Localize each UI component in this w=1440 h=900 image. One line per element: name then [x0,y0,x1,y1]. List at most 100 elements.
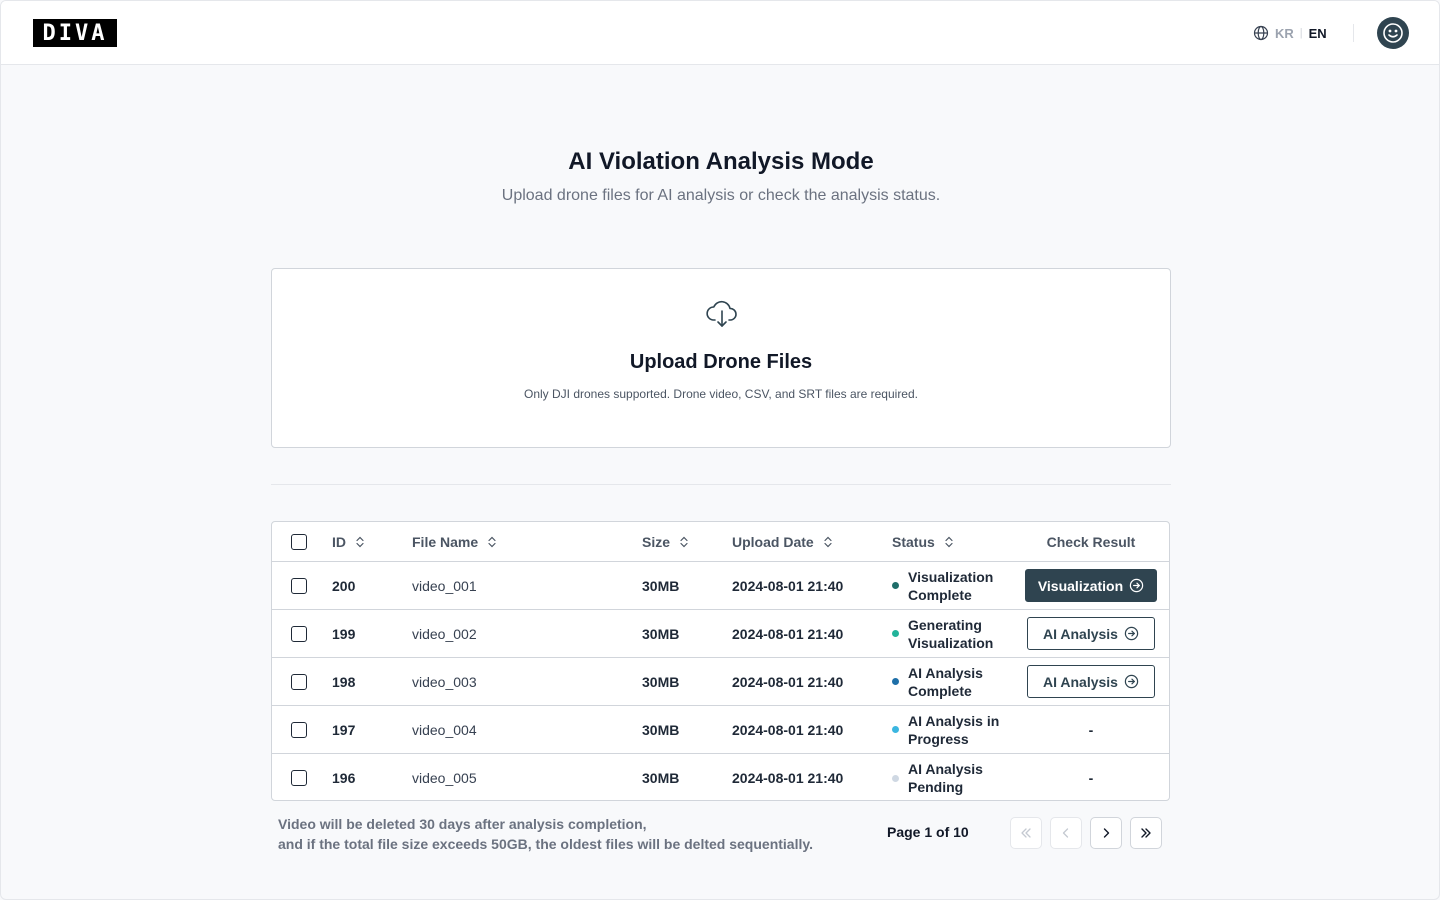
ai-analysis-button[interactable]: AI Analysis [1027,617,1155,650]
row-file-name: video_002 [412,625,477,642]
row-id: 198 [332,673,356,690]
logo[interactable]: DIVA [33,19,117,47]
row-id: 196 [332,770,356,786]
status-dot [892,630,899,637]
status-dot [892,582,899,589]
app-frame: DIVA KR | EN AI Violation Analysis Mode … [0,0,1440,900]
column-header-upload-date[interactable]: Upload Date [732,522,882,561]
row-size: 30MB [642,770,680,786]
smiley-icon [1381,21,1405,45]
row-status: AI Analysis Complete [892,658,1022,705]
column-header-id[interactable]: ID [332,522,402,561]
sort-icon[interactable] [945,536,953,548]
table-row: 199 video_002 30MB 2024-08-01 21:40 Gene… [272,610,1169,658]
next-page-button[interactable] [1090,817,1122,849]
row-size: 30MB [642,577,680,594]
column-header-file-name[interactable]: File Name [412,522,632,561]
cloud-download-icon [704,298,740,330]
row-upload-date: 2024-08-01 21:40 [732,721,844,738]
sort-icon[interactable] [488,536,496,548]
row-file-name: video_003 [412,673,477,690]
select-all-cell [291,522,311,561]
header-divider [1353,24,1354,42]
row-upload-date: 2024-08-01 21:40 [732,673,844,690]
arrow-circle-right-icon [1124,674,1139,689]
column-header-size[interactable]: Size [642,522,722,561]
upload-description: Only DJI drones supported. Drone video, … [524,387,918,401]
row-upload-date: 2024-08-01 21:40 [732,770,844,786]
row-id: 200 [332,577,356,594]
section-divider [271,484,1171,485]
row-check-result: AI Analysis [1022,658,1160,705]
profile-button[interactable] [1377,17,1409,49]
row-status: AI Analysis in Progress [892,706,1022,753]
column-label: Status [892,533,935,550]
status-text: Visualization Complete [908,568,994,603]
row-file-name: video_004 [412,721,477,738]
row-checkbox[interactable] [291,577,307,594]
sort-icon[interactable] [356,536,364,548]
row-size: 30MB [642,721,680,738]
table-row: 198 video_003 30MB 2024-08-01 21:40 AI A… [272,658,1169,706]
status-dot [892,678,899,685]
row-check-result: Visualization [1022,562,1160,609]
status-dot [892,774,899,782]
no-result-placeholder: - [1088,770,1094,786]
double-chevron-left-icon [1019,826,1033,840]
row-status: AI Analysis Pending [892,754,1022,800]
row-select-cell [291,754,311,800]
row-checkbox[interactable] [291,625,307,642]
lang-kr-button[interactable]: KR [1275,26,1294,41]
button-label: Visualization [1037,577,1124,594]
column-label: Size [642,533,671,550]
chevron-left-icon [1059,826,1073,840]
lang-separator: | [1299,27,1303,39]
select-all-checkbox[interactable] [291,533,307,550]
upload-title: Upload Drone Files [629,351,813,373]
double-chevron-right-icon [1139,826,1153,840]
first-page-button[interactable] [1010,817,1042,849]
table-row: 196 video_005 30MB 2024-08-01 21:40 AI A… [272,754,1169,800]
language-switcher: KR | EN [1253,23,1327,43]
row-size: 30MB [642,673,680,690]
chevron-right-icon [1099,826,1113,840]
status-dot [892,726,899,733]
row-check-result: AI Analysis [1022,610,1160,657]
table-header-row: ID File Name Size Upload Date Status Che… [272,522,1169,562]
upload-dropzone[interactable]: Upload Drone Files Only DJI drones suppo… [271,268,1171,448]
row-checkbox[interactable] [291,673,307,690]
row-checkbox[interactable] [291,770,307,786]
row-file-name: video_001 [412,577,477,594]
row-id: 197 [332,721,356,738]
row-status: Generating Visualization [892,610,1022,657]
status-text: AI Analysis in Progress [908,712,1000,747]
page-subtitle: Upload drone files for AI analysis or ch… [501,187,941,204]
row-size: 30MB [642,625,680,642]
row-check-result: - [1022,706,1160,753]
row-select-cell [291,658,311,705]
button-label: AI Analysis [1043,673,1118,690]
column-label: File Name [412,533,479,550]
sort-icon[interactable] [824,536,832,548]
status-text: Generating Visualization [908,616,994,651]
row-select-cell [291,562,311,609]
previous-page-button[interactable] [1050,817,1082,849]
sort-icon[interactable] [680,536,688,548]
notice-line-1: Video will be deleted 30 days after anal… [278,816,647,832]
row-file-name: video_005 [412,770,477,786]
row-check-result: - [1022,754,1160,800]
no-result-placeholder: - [1088,721,1094,738]
row-checkbox[interactable] [291,721,307,738]
visualization-button[interactable]: Visualization [1025,569,1157,602]
button-label: AI Analysis [1043,625,1118,642]
lang-en-button[interactable]: EN [1309,26,1327,41]
column-header-status[interactable]: Status [892,522,1022,561]
notice-line-2: and if the total file size exceeds 50GB,… [278,836,814,852]
column-label: Check Result [1046,533,1136,550]
arrow-circle-right-icon [1124,626,1139,641]
ai-analysis-button[interactable]: AI Analysis [1027,665,1155,698]
status-text: AI Analysis Pending [908,761,983,795]
last-page-button[interactable] [1130,817,1162,849]
retention-notice: Video will be deleted 30 days after anal… [278,814,858,854]
globe-icon[interactable] [1253,25,1269,41]
